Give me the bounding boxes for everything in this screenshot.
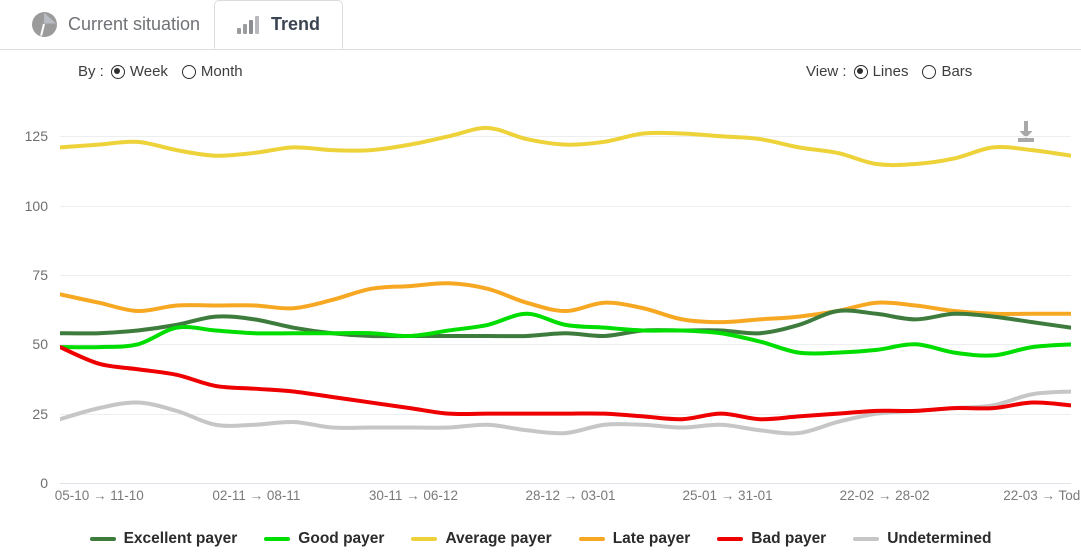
legend-label: Excellent payer xyxy=(124,530,238,548)
series-line xyxy=(60,128,1071,165)
legend-swatch xyxy=(853,537,879,541)
y-tick-label: 100 xyxy=(2,198,48,214)
legend-item[interactable]: Excellent payer xyxy=(90,530,238,548)
x-tick-label: 22-02 → 28-02 xyxy=(840,488,930,503)
legend-label: Average payer xyxy=(445,530,551,548)
radio-view-lines-dot[interactable] xyxy=(854,65,868,79)
y-axis-labels: 0 25 50 75 100 125 xyxy=(0,103,48,513)
radio-view-lines-label: Lines xyxy=(873,63,909,80)
y-tick-label: 75 xyxy=(2,267,48,283)
legend-swatch xyxy=(264,537,290,541)
chart-legend: Excellent payer Good payer Average payer La… xyxy=(0,524,1081,553)
series-lines xyxy=(60,103,1071,483)
radio-by-month-dot[interactable] xyxy=(182,65,196,79)
radio-view-bars[interactable]: Bars xyxy=(922,63,972,80)
legend-label: Late payer xyxy=(613,530,691,548)
tab-current-situation-label: Current situation xyxy=(68,14,200,35)
legend-item[interactable]: Average payer xyxy=(411,530,551,548)
tab-current-situation[interactable]: Current situation xyxy=(10,0,222,48)
y-tick-label: 25 xyxy=(2,406,48,422)
radio-by-week[interactable]: Week xyxy=(111,63,168,80)
radio-by-month[interactable]: Month xyxy=(182,63,243,80)
pie-chart-icon xyxy=(32,12,57,37)
radio-by-week-label: Week xyxy=(130,63,168,80)
legend-swatch xyxy=(90,537,116,541)
bar-chart-icon xyxy=(237,16,260,34)
group-by-control: By : Week Month xyxy=(78,63,257,80)
radio-view-lines[interactable]: Lines xyxy=(854,63,909,80)
radio-by-week-dot[interactable] xyxy=(111,65,125,79)
y-tick-label: 0 xyxy=(2,475,48,491)
x-tick-label: 30-11 → 06-12 xyxy=(369,488,458,503)
radio-view-bars-dot[interactable] xyxy=(922,65,936,79)
legend-item[interactable]: Bad payer xyxy=(717,530,826,548)
view-label: View : xyxy=(806,63,847,80)
legend-label: Good payer xyxy=(298,530,384,548)
gridline xyxy=(60,483,1071,484)
x-axis-labels: 05-10 → 11-1002-11 → 08-1130-11 → 06-122… xyxy=(60,488,1081,510)
legend-item[interactable]: Late payer xyxy=(579,530,691,548)
legend-swatch xyxy=(411,537,437,541)
series-line xyxy=(60,347,1071,419)
legend-swatch xyxy=(717,537,743,541)
tab-bar: Current situation Trend xyxy=(0,0,1081,50)
y-tick-label: 50 xyxy=(2,336,48,352)
plot-area xyxy=(60,103,1071,483)
legend-swatch xyxy=(579,537,605,541)
radio-view-bars-label: Bars xyxy=(941,63,972,80)
trend-chart: 0 25 50 75 100 125 05-10 → 11-10 02-11 → 08-11… xyxy=(0,103,1081,513)
legend-label: Undetermined xyxy=(887,530,991,548)
view-control: View : Lines Bars xyxy=(806,63,986,80)
x-tick-label: 28-12 → 03-01 xyxy=(525,488,615,503)
tab-trend[interactable]: Trend xyxy=(214,0,343,49)
x-tick-label: 02-11 → 08-11 xyxy=(212,488,300,503)
group-by-label: By : xyxy=(78,63,104,80)
options-bar: By : Week Month View : Lines Bars xyxy=(0,49,1081,103)
x-tick-label: 25-01 → 31-01 xyxy=(683,488,773,503)
radio-by-month-label: Month xyxy=(201,63,243,80)
x-tick-label: 05-10 → 11-10 xyxy=(55,488,144,503)
legend-item[interactable]: Undetermined xyxy=(853,530,991,548)
tab-trend-label: Trend xyxy=(271,14,320,35)
x-tick-label: 22-03 → Tod xyxy=(1003,488,1080,503)
legend-item[interactable]: Good payer xyxy=(264,530,384,548)
y-tick-label: 125 xyxy=(2,128,48,144)
legend-label: Bad payer xyxy=(751,530,826,548)
